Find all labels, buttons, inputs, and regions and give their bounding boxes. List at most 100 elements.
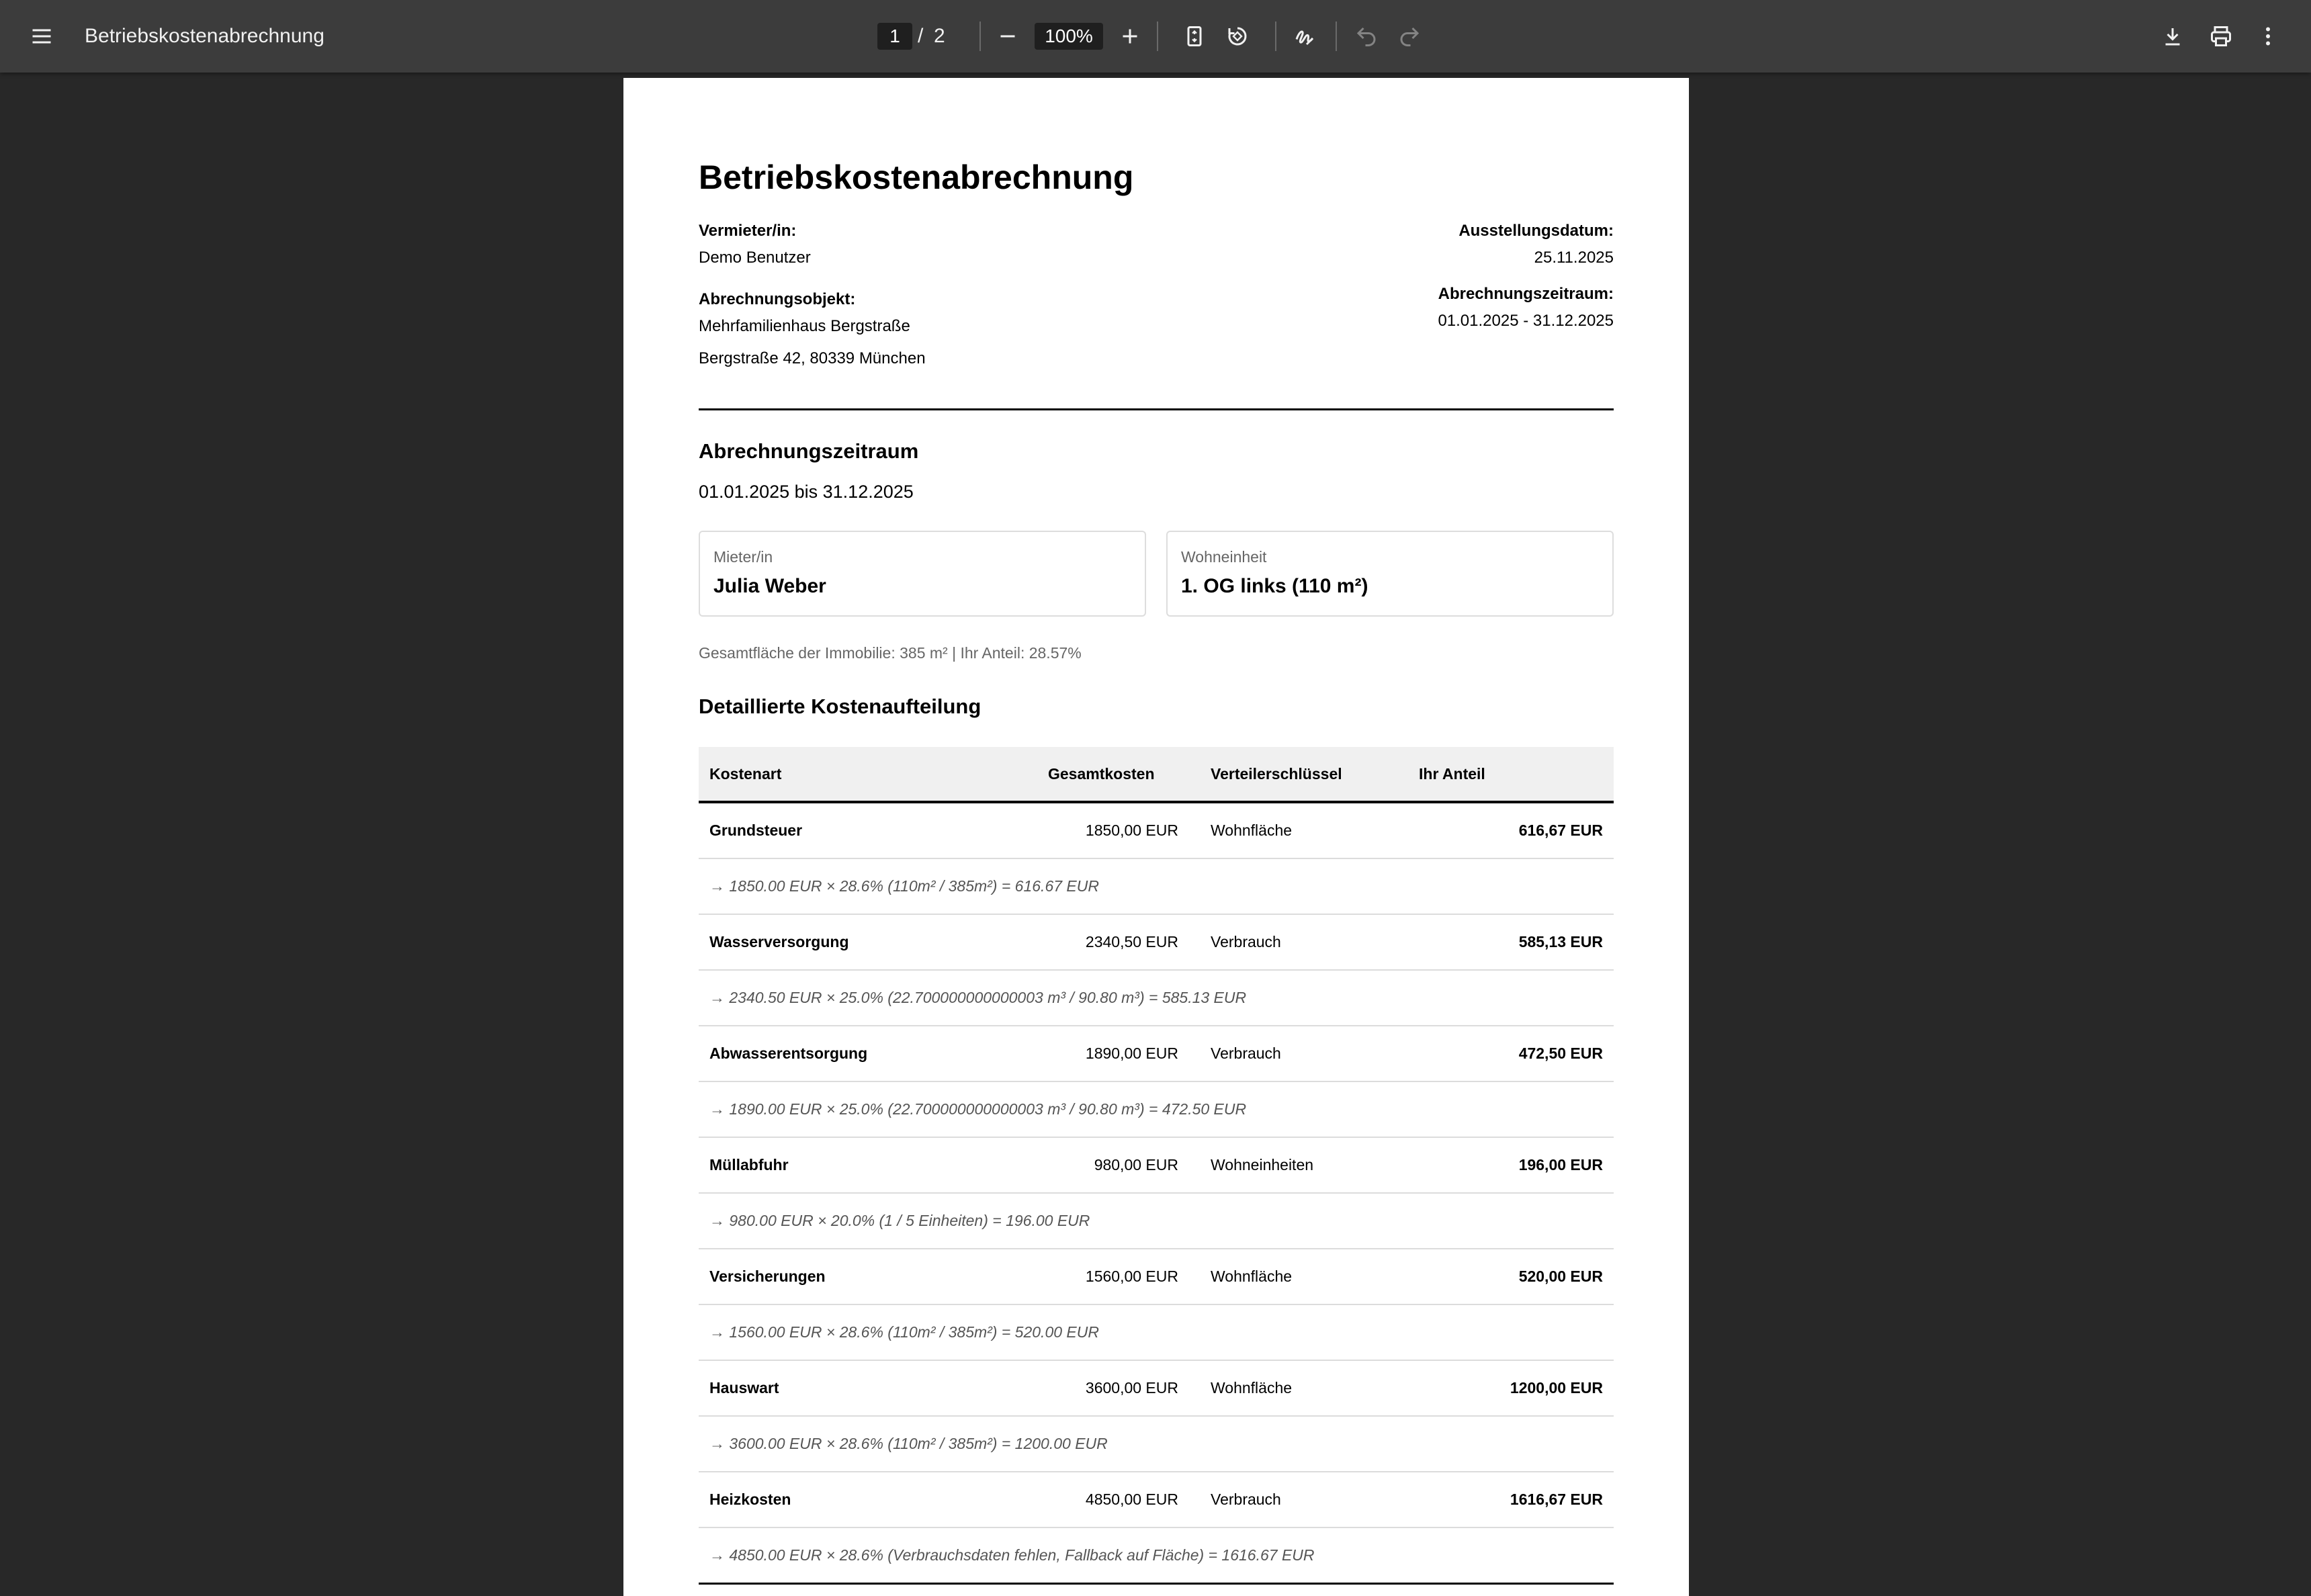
cost-name: Heizkosten [699,1472,1048,1528]
toolbar-divider [1275,21,1276,51]
cost-total: 1850,00 EUR [1048,802,1200,859]
table-row: Wasserversorgung 2340,50 EUR Verbrauch 5… [699,914,1614,971]
object-address: Bergstraße 42, 80339 München [699,349,926,367]
cost-key: Wohneinheiten [1200,1137,1408,1194]
zoom-out-button[interactable] [988,16,1028,56]
page-total: 2 [934,25,945,47]
plus-icon [1123,29,1137,44]
zoom-in-button[interactable] [1110,16,1150,56]
rotate-button[interactable] [1217,16,1258,56]
cost-breakdown-title: Detaillierte Kostenaufteilung [699,695,982,718]
cost-share: 1616,67 EUR [1408,1472,1614,1528]
annotate-button[interactable] [1284,16,1325,56]
redo-button[interactable] [1389,16,1430,56]
tenant-name: Julia Weber [713,575,826,597]
calculation-text: → 3600.00 EUR × 28.6% (110m² / 385m²) = … [699,1416,1614,1472]
cost-total: 1560,00 EUR [1048,1249,1200,1305]
toolbar-divider [1157,21,1158,51]
calculation-row: → 4850.00 EUR × 28.6% (Verbrauchsdaten f… [699,1527,1614,1585]
calculation-text: → 4850.00 EUR × 28.6% (Verbrauchsdaten f… [699,1527,1614,1585]
unit-label: Wohneinheit [1181,548,1267,566]
minus-icon [1000,35,1015,38]
cost-key: Verbrauch [1200,914,1408,971]
object-name: Mehrfamilienhaus Bergstraße [699,317,910,335]
more-options-button[interactable] [2248,16,2288,56]
cost-name: Hauswart [699,1360,1048,1417]
area-share-info: Gesamtfläche der Immobilie: 385 m² | Ihr… [699,644,1082,662]
cost-share: 1200,00 EUR [1408,1360,1614,1417]
document-heading: Betriebskostenabrechnung [699,159,1134,196]
cost-key: Wohnfläche [1200,1249,1408,1305]
draw-icon [1295,30,1314,46]
cost-key: Verbrauch [1200,1472,1408,1528]
table-row: Grundsteuer 1850,00 EUR Wohnfläche 616,6… [699,802,1614,859]
undo-icon [1356,27,1376,46]
header-gesamtkosten: Gesamtkosten [1048,747,1200,803]
header-kostenart: Kostenart [699,747,1048,803]
cost-share: 585,13 EUR [1408,914,1614,971]
print-button[interactable] [2201,16,2241,56]
cost-total: 3600,00 EUR [1048,1360,1200,1417]
issue-date-label: Ausstellungsdatum: [1458,222,1614,240]
header-ihr-anteil: Ihr Anteil [1408,747,1614,803]
pdf-page: Betriebskostenabrechnung Vermieter/in: D… [623,78,1689,1596]
page-separator: / [918,25,924,47]
calculation-row: → 980.00 EUR × 20.0% (1 / 5 Einheiten) =… [699,1193,1614,1249]
table-row: Hauswart 3600,00 EUR Wohnfläche 1200,00 … [699,1360,1614,1417]
download-button[interactable] [2152,16,2193,56]
cost-name: Grundsteuer [699,802,1048,859]
calculation-text: → 1890.00 EUR × 25.0% (22.70000000000000… [699,1081,1614,1138]
table-row: Heizkosten 4850,00 EUR Verbrauch 1616,67… [699,1472,1614,1528]
cost-share: 472,50 EUR [1408,1026,1614,1082]
billing-period-value: 01.01.2025 - 31.12.2025 [1438,312,1614,330]
calculation-text: → 2340.50 EUR × 25.0% (22.70000000000000… [699,970,1614,1026]
cost-total: 2340,50 EUR [1048,914,1200,971]
period-section-title: Abrechnungszeitraum [699,439,919,463]
cost-breakdown-table: Kostenart Gesamtkosten Verteilerschlüsse… [699,747,1614,1585]
object-label: Abrechnungsobjekt: [699,290,856,308]
header-verteilerschluessel: Verteilerschlüssel [1200,747,1408,803]
fit-page-icon [1187,26,1202,46]
calculation-row: → 3600.00 EUR × 28.6% (110m² / 385m²) = … [699,1416,1614,1472]
unit-value: 1. OG links (110 m²) [1181,575,1368,597]
calculation-text: → 1850.00 EUR × 28.6% (110m² / 385m²) = … [699,858,1614,915]
rotate-icon [1228,27,1247,46]
toolbar-divider [979,21,981,51]
calculation-row: → 1560.00 EUR × 28.6% (110m² / 385m²) = … [699,1304,1614,1361]
issue-date-value: 25.11.2025 [1534,249,1614,267]
fit-page-button[interactable] [1174,16,1215,56]
billing-period-label: Abrechnungszeitraum: [1438,285,1614,303]
cost-total: 1890,00 EUR [1048,1026,1200,1082]
cost-share: 196,00 EUR [1408,1137,1614,1194]
cost-name: Abwasserentsorgung [699,1026,1048,1082]
document-title: Betriebskostenabrechnung [85,25,324,47]
download-icon [2165,28,2180,46]
cost-key: Verbrauch [1200,1026,1408,1082]
cost-name: Wasserversorgung [699,914,1048,971]
cost-key: Wohnfläche [1200,1360,1408,1417]
menu-icon[interactable] [21,16,62,56]
landlord-label: Vermieter/in: [699,222,797,240]
zoom-level-input[interactable]: 100% [1035,23,1103,50]
cost-key: Wohnfläche [1200,802,1408,859]
more-vertical-icon [2266,27,2270,46]
tenant-card: Mieter/in Julia Weber [699,531,1146,617]
cost-total: 4850,00 EUR [1048,1472,1200,1528]
unit-card: Wohneinheit 1. OG links (110 m²) [1166,531,1614,617]
redo-icon [1400,27,1420,46]
toolbar-divider [1336,21,1337,51]
landlord-value: Demo Benutzer [699,249,811,267]
period-section-text: 01.01.2025 bis 31.12.2025 [699,482,914,502]
table-row: Müllabfuhr 980,00 EUR Wohneinheiten 196,… [699,1137,1614,1194]
page-number-input[interactable]: 1 [877,23,912,50]
table-row: Abwasserentsorgung 1890,00 EUR Verbrauch… [699,1026,1614,1082]
calculation-row: → 1890.00 EUR × 25.0% (22.70000000000000… [699,1081,1614,1138]
cost-name: Müllabfuhr [699,1137,1048,1194]
calculation-row: → 1850.00 EUR × 28.6% (110m² / 385m²) = … [699,858,1614,915]
undo-button[interactable] [1346,16,1387,56]
table-row: Versicherungen 1560,00 EUR Wohnfläche 52… [699,1249,1614,1305]
calculation-row: → 2340.50 EUR × 25.0% (22.70000000000000… [699,970,1614,1026]
header-divider [699,408,1614,410]
tenant-label: Mieter/in [713,548,773,566]
print-icon [2211,26,2231,46]
